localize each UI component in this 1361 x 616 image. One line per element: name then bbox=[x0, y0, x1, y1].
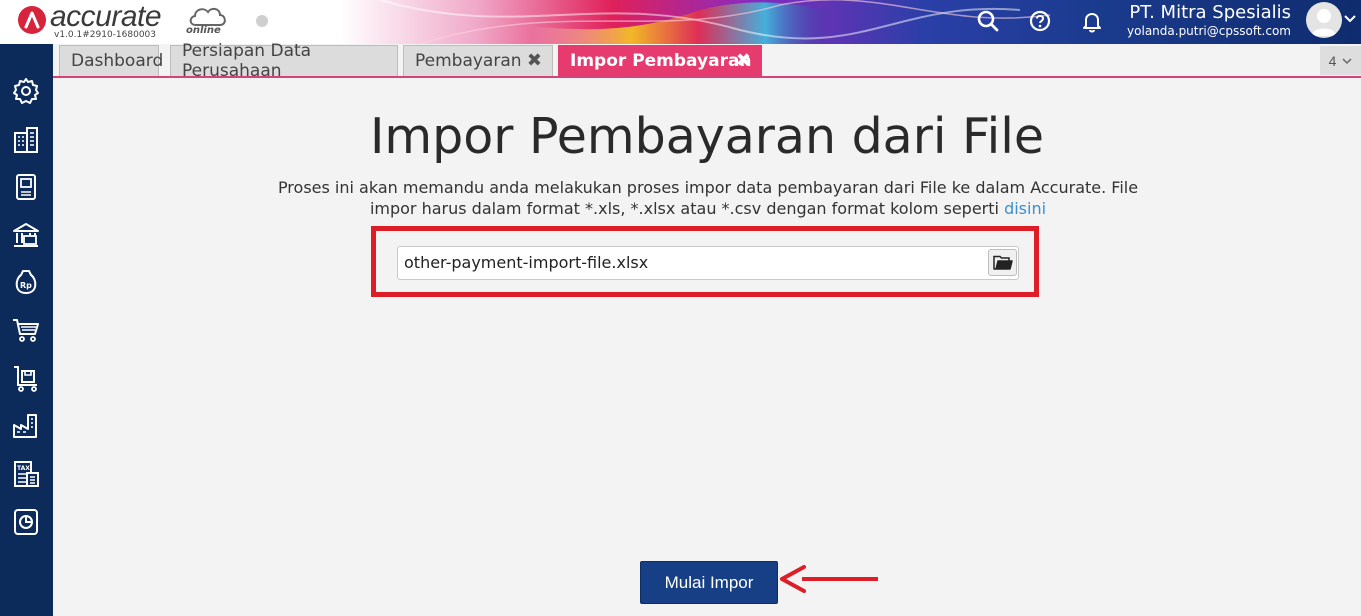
help-icon[interactable] bbox=[1027, 8, 1053, 34]
cash-bag-icon[interactable]: Rp bbox=[11, 267, 41, 297]
top-bar: accurate online v1.0.1#2910-1680003 PT. … bbox=[0, 0, 1361, 44]
cart-icon[interactable] bbox=[11, 315, 41, 345]
close-icon[interactable]: ✖ bbox=[736, 50, 751, 71]
factory-icon[interactable] bbox=[11, 411, 41, 441]
avatar[interactable] bbox=[1306, 2, 1342, 38]
sidebar: Rp TAX bbox=[0, 44, 53, 616]
tab-pembayaran[interactable]: Pembayaran ✖ bbox=[403, 45, 553, 76]
main-content: Impor Pembayaran dari File Proses ini ak… bbox=[53, 78, 1361, 616]
settings-icon[interactable] bbox=[11, 76, 41, 106]
app-version: v1.0.1#2910-1680003 bbox=[54, 30, 157, 40]
bank-icon[interactable] bbox=[11, 220, 41, 250]
tab-label: Impor Pembayaran bbox=[570, 51, 752, 71]
company-icon[interactable] bbox=[11, 125, 41, 155]
company-name: PT. Mitra Spesialis bbox=[1129, 2, 1291, 23]
search-icon[interactable] bbox=[975, 8, 1001, 34]
start-import-button[interactable]: Mulai Impor bbox=[640, 561, 778, 604]
user-avatar-icon bbox=[1311, 9, 1337, 36]
report-icon[interactable] bbox=[11, 507, 41, 537]
logo-text: accurate bbox=[50, 0, 162, 33]
arrow-annotation bbox=[780, 565, 878, 593]
tab-persiapan-data-perusahaan[interactable]: Persiapan Data Perusahaan bbox=[170, 41, 398, 81]
svg-text:TAX: TAX bbox=[17, 465, 30, 472]
status-dot bbox=[256, 15, 268, 27]
app-logo[interactable]: accurate online v1.0.1#2910-1680003 bbox=[14, 0, 244, 43]
logo-badge-icon bbox=[18, 6, 46, 34]
tab-dashboard[interactable]: Dashboard bbox=[59, 45, 163, 76]
tab-bar: Dashboard Persiapan Data Perusahaan Pemb… bbox=[53, 41, 1361, 81]
tab-count-dropdown[interactable]: 4 bbox=[1320, 46, 1361, 75]
bell-icon[interactable] bbox=[1079, 8, 1105, 34]
chevron-down-icon[interactable] bbox=[1344, 14, 1356, 24]
tab-label: Pembayaran bbox=[415, 51, 522, 71]
close-icon[interactable]: ✖ bbox=[527, 50, 542, 71]
company-info[interactable]: PT. Mitra Spesialis yolanda.putri@cpssof… bbox=[1127, 2, 1291, 38]
file-input[interactable]: other-payment-import-file.xlsx bbox=[397, 246, 1019, 280]
svg-text:Rp: Rp bbox=[20, 281, 32, 290]
tab-label: Dashboard bbox=[71, 51, 164, 71]
tax-icon[interactable]: TAX bbox=[11, 459, 41, 489]
browse-button[interactable] bbox=[988, 249, 1017, 276]
logo-suffix: online bbox=[186, 25, 221, 36]
file-value: other-payment-import-file.xlsx bbox=[404, 253, 649, 272]
tab-count: 4 bbox=[1328, 52, 1337, 69]
page-description: Proses ini akan memandu anda melakukan p… bbox=[273, 177, 1143, 219]
folder-icon bbox=[992, 255, 1013, 270]
chevron-down-icon bbox=[1342, 57, 1352, 64]
page-title: Impor Pembayaran dari File bbox=[369, 108, 1045, 165]
user-email: yolanda.putri@cpssoft.com bbox=[1127, 24, 1291, 38]
ledger-icon[interactable] bbox=[11, 172, 41, 202]
format-link[interactable]: disini bbox=[1004, 199, 1046, 218]
tab-label: Persiapan Data Perusahaan bbox=[182, 41, 312, 81]
tab-impor-pembayaran[interactable]: Impor Pembayaran ✖ bbox=[558, 45, 762, 76]
inventory-cart-icon[interactable] bbox=[11, 363, 41, 393]
cloud-icon bbox=[189, 7, 226, 26]
